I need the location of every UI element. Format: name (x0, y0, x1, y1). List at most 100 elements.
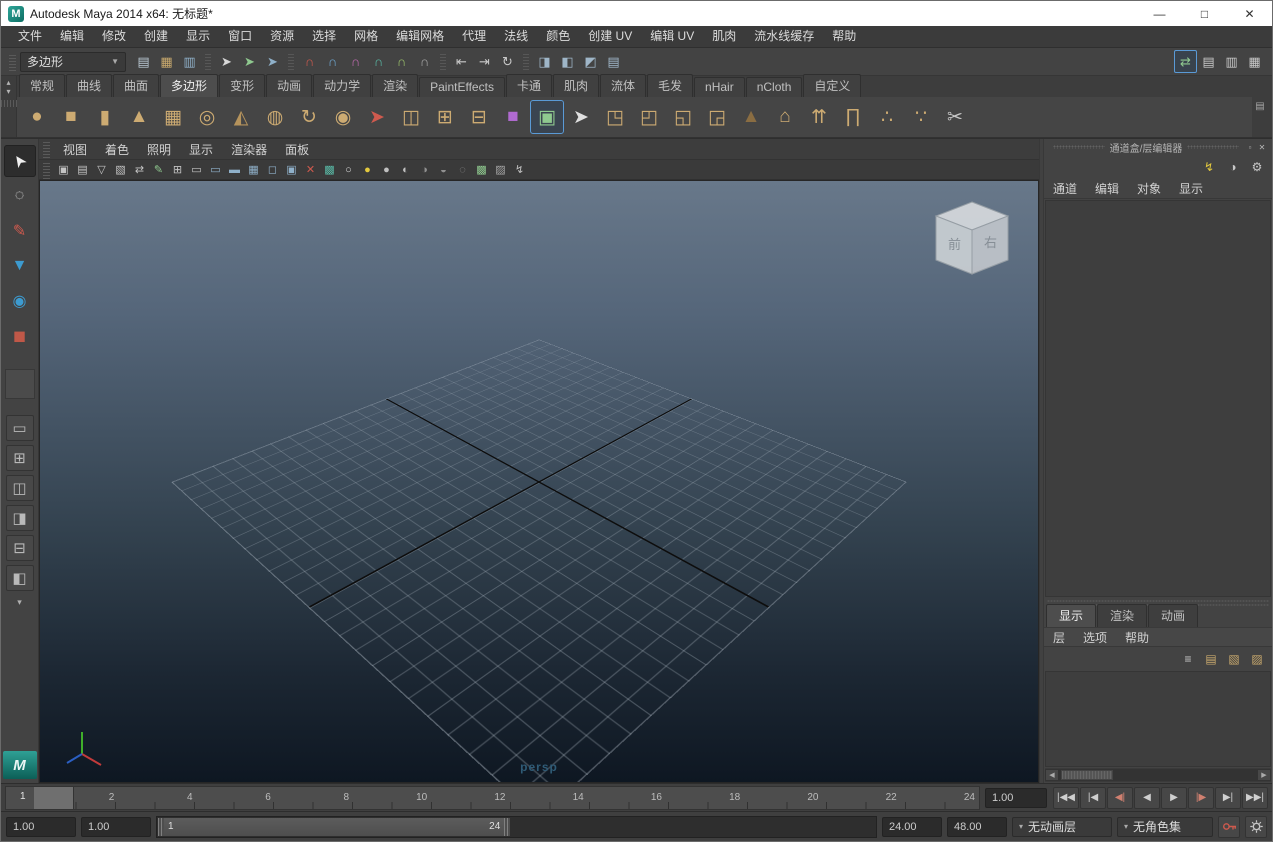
flat-lighting-icon[interactable]: ◐ (396, 161, 415, 178)
layout-single-pane-button[interactable]: ▭ (6, 415, 34, 441)
new-layer-from-selected-button[interactable]: ▨ (1248, 650, 1266, 668)
bookmark-icon[interactable]: ▽ (92, 161, 111, 178)
camera-attributes-icon[interactable]: ▤ (73, 161, 92, 178)
shelf-tab[interactable]: 变形 (219, 74, 265, 97)
viewport-menu-item[interactable]: 视图 (54, 141, 96, 158)
shelf-tab-up-button[interactable]: ▴ (6, 78, 10, 87)
poly-torus-button[interactable]: ◎ (190, 100, 224, 134)
scroll-left-button[interactable]: ◀ (1045, 769, 1059, 781)
lasso-select-tool[interactable]: ◌ (4, 180, 36, 212)
layer-editor-menu-item[interactable]: 层 (1044, 629, 1074, 646)
poly-helix-button[interactable]: ↻ (292, 100, 326, 134)
select-component-button[interactable]: ➤ (261, 50, 284, 73)
image-plane-icon[interactable]: ▧ (111, 161, 130, 178)
extract-faces-button[interactable]: ◱ (666, 100, 700, 134)
step-back-frame-button[interactable]: |◀ (1080, 787, 1106, 809)
layers-stack-icon[interactable]: ▤ (1202, 650, 1220, 668)
bridge-button[interactable]: ∏ (836, 100, 870, 134)
resolution-gate-icon[interactable]: ▭ (206, 161, 225, 178)
step-forward-frame-button[interactable]: ▶| (1215, 787, 1241, 809)
select-hierarchy-button[interactable]: ➤ (215, 50, 238, 73)
select-tool[interactable]: ➤ (4, 145, 36, 177)
drag-handle[interactable] (43, 140, 50, 158)
isolate-select-icon[interactable]: ▩ (472, 161, 491, 178)
input-connections-button[interactable]: ⇤ (450, 50, 473, 73)
viewport-canvas[interactable]: 前 右 persp (39, 180, 1039, 783)
select-object-button[interactable]: ➤ (238, 50, 261, 73)
animation-preferences-button[interactable] (1245, 816, 1267, 838)
ipr-render-button[interactable]: ◩ (579, 50, 602, 73)
channel-box-menu-item[interactable]: 通道 (1044, 180, 1086, 197)
move-tool[interactable]: ▼ (4, 250, 36, 282)
shelf-tab[interactable]: 渲染 (372, 74, 418, 97)
range-end-handle[interactable] (504, 818, 510, 836)
safe-action-icon[interactable]: ◻ (263, 161, 282, 178)
render-current-frame-button[interactable]: ◧ (556, 50, 579, 73)
time-slider[interactable]: 1 2 4 6 8 10 12 14 16 (5, 786, 980, 810)
menu-item[interactable]: 创建 (135, 26, 177, 47)
add-divisions-button[interactable]: ⊞ (428, 100, 462, 134)
view-cube[interactable]: 前 右 (926, 197, 1018, 285)
drag-handle[interactable] (43, 161, 50, 179)
shadows-icon[interactable]: ◑ (415, 161, 434, 178)
film-gate-icon[interactable]: ▭ (187, 161, 206, 178)
step-back-key-button[interactable]: ◀| (1107, 787, 1133, 809)
goto-playback-end-button[interactable]: ▶▶| (1242, 787, 1268, 809)
maximize-button[interactable]: □ (1182, 1, 1227, 26)
menu-item[interactable]: 资源 (261, 26, 303, 47)
snap-to-point-button[interactable]: ∩ (344, 50, 367, 73)
multi-cut-button[interactable]: ✂ (938, 100, 972, 134)
motion-blur-icon[interactable]: ◌ (453, 161, 472, 178)
attribute-editor-toggle[interactable]: ▤ (1197, 50, 1220, 73)
select-component-cursor-button[interactable]: ➤ (564, 100, 598, 134)
shelf-editor-button[interactable]: ▤ (1252, 99, 1268, 115)
channel-box-menu-item[interactable]: 显示 (1170, 180, 1212, 197)
viewport-menu-item[interactable]: 面板 (276, 141, 318, 158)
poly-prism-button[interactable]: ◭ (224, 100, 258, 134)
default-material-icon[interactable]: ○ (339, 161, 358, 178)
menu-item[interactable]: 法线 (495, 26, 537, 47)
menu-item[interactable]: 选择 (303, 26, 345, 47)
menu-item[interactable]: 修改 (93, 26, 135, 47)
select-camera-icon[interactable]: ▣ (54, 161, 73, 178)
viewport-menu-item[interactable]: 照明 (138, 141, 180, 158)
gate-mask-icon[interactable]: ▬ (225, 161, 244, 178)
channel-box-menu-item[interactable]: 对象 (1128, 180, 1170, 197)
mirror-geometry-button[interactable]: ◫ (394, 100, 428, 134)
pan-zoom-icon[interactable]: ⇄ (130, 161, 149, 178)
snap-to-view-plane-button[interactable]: ∩ (390, 50, 413, 73)
channel-mode-icon[interactable]: ◑ (1224, 158, 1242, 176)
poly-soccer-ball-button[interactable]: ◉ (326, 100, 360, 134)
new-empty-layer-button[interactable]: ▧ (1225, 650, 1243, 668)
viewport-menu-item[interactable]: 着色 (96, 141, 138, 158)
default-light-icon[interactable]: ● (358, 161, 377, 178)
layer-options-icon[interactable]: ≡ (1179, 650, 1197, 668)
poly-cylinder-button[interactable]: ▮ (88, 100, 122, 134)
menu-item[interactable]: 颜色 (537, 26, 579, 47)
step-forward-key-button[interactable]: |▶ (1188, 787, 1214, 809)
rotate-tool[interactable]: ◉ (4, 285, 36, 317)
close-panel-button[interactable]: ✕ (1256, 141, 1268, 153)
modeling-toolkit-cube-button[interactable]: ▣ (530, 100, 564, 134)
menu-item[interactable]: 帮助 (823, 26, 865, 47)
scale-tool[interactable]: ◼ (4, 320, 36, 352)
drag-handle[interactable] (1187, 145, 1239, 149)
menu-item[interactable]: 编辑 (51, 26, 93, 47)
snap-to-grid-button[interactable]: ∩ (298, 50, 321, 73)
play-forwards-button[interactable]: ▶ (1161, 787, 1187, 809)
textured-mode-icon[interactable]: ▩ (320, 161, 339, 178)
range-slider-track[interactable]: 1 24 (156, 816, 877, 838)
grease-pencil-icon[interactable]: ✎ (149, 161, 168, 178)
save-scene-button[interactable]: ▥ (178, 50, 201, 73)
menu-item[interactable]: 肌肉 (703, 26, 745, 47)
occlusion-icon[interactable]: ◒ (434, 161, 453, 178)
xray-icon[interactable]: ▨ (491, 161, 510, 178)
make-live-button[interactable]: ∩ (413, 50, 436, 73)
textured-cube-button[interactable]: ■ (496, 100, 530, 134)
channel-speed-icon[interactable]: ↯ (1200, 158, 1218, 176)
menu-item[interactable]: 创建 UV (579, 26, 641, 47)
layer-editor-tab[interactable]: 显示 (1046, 604, 1096, 627)
menu-item[interactable]: 文件 (9, 26, 51, 47)
play-backwards-button[interactable]: ◀ (1134, 787, 1160, 809)
layout-four-pane-button[interactable]: ⊞ (6, 445, 34, 471)
